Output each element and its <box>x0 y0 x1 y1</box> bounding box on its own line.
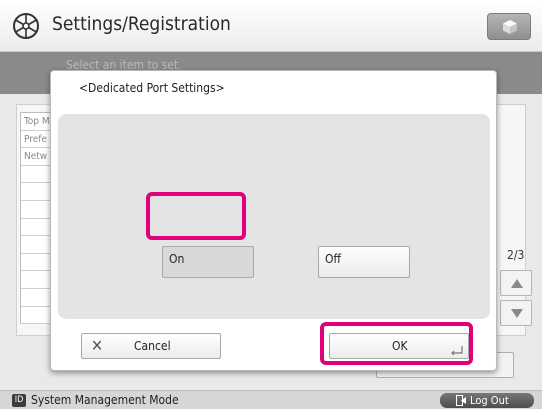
dedicated-port-dialog: <Dedicated Port Settings> On Off ✕ Cance… <box>50 70 497 371</box>
status-bar: ID System Management Mode Log Out <box>0 390 542 409</box>
page-indicator: 2/3 <box>507 248 525 262</box>
enter-icon <box>451 346 463 355</box>
triangle-up-icon <box>511 279 523 288</box>
cube-icon <box>503 20 517 34</box>
triangle-down-icon <box>511 309 523 318</box>
logout-label: Log Out <box>470 394 509 407</box>
dialog-content: On Off <box>58 114 490 319</box>
scroll-down-button[interactable] <box>500 300 532 326</box>
scroll-up-button[interactable] <box>500 270 532 296</box>
info-button[interactable] <box>487 13 531 40</box>
close-icon: ✕ <box>91 336 104 355</box>
mode-text: System Management Mode <box>31 393 179 407</box>
on-option-button[interactable]: On <box>162 246 254 278</box>
dialog-title: <Dedicated Port Settings> <box>79 81 225 95</box>
off-option-button[interactable]: Off <box>318 246 410 278</box>
title-bar: Settings/Registration <box>0 0 542 52</box>
logout-icon <box>456 395 466 406</box>
ok-button[interactable]: OK <box>329 333 469 359</box>
off-option-label: Off <box>325 252 341 266</box>
id-badge: ID <box>12 394 26 407</box>
on-option-label: On <box>169 252 185 266</box>
ok-label: OK <box>392 339 408 353</box>
cancel-button[interactable]: ✕ Cancel <box>81 333 221 359</box>
cancel-label: Cancel <box>134 339 171 353</box>
settings-wheel-icon <box>13 13 39 39</box>
page-title: Settings/Registration <box>52 13 231 35</box>
logout-button[interactable]: Log Out <box>440 393 534 408</box>
